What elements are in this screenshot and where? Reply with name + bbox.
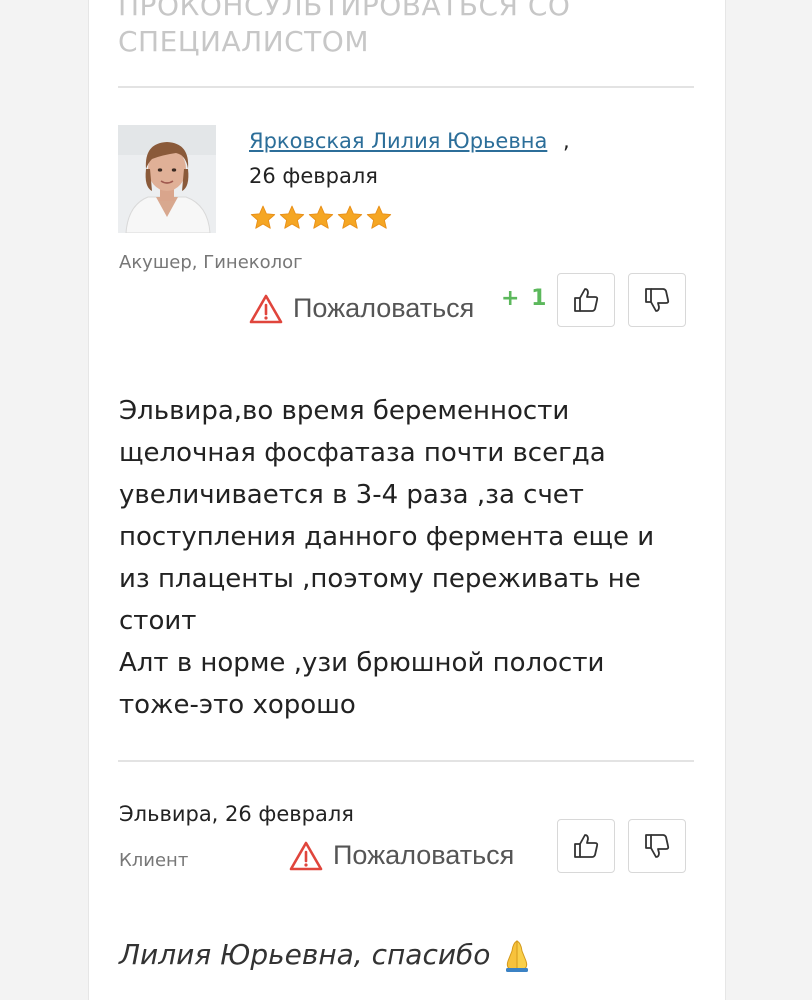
doctor-name-link[interactable]: Ярковская Лилия Юрьевна: [249, 127, 547, 155]
divider: [118, 86, 694, 88]
warning-triangle-icon: [289, 841, 323, 871]
client-role: Клиент: [119, 850, 189, 871]
thumbs-up-icon: [574, 288, 599, 312]
name-comma: ,: [563, 129, 570, 153]
consult-line-1: Проконсультироваться со: [118, 0, 571, 22]
star-icon: [307, 204, 335, 232]
likes-count: + 1: [501, 286, 549, 311]
thumbs-down-icon: [645, 834, 670, 858]
star-icon: [365, 204, 393, 232]
doctor-role: Акушер, Гинеколог: [119, 252, 303, 273]
dislike-button[interactable]: [628, 819, 686, 873]
client-name-date: Эльвира, 26 февраля: [119, 802, 354, 826]
thumbs-up-icon: [574, 834, 599, 858]
consult-specialist-heading[interactable]: Проконсультироваться со специалистом: [118, 0, 678, 60]
warning-triangle-icon: [249, 294, 283, 324]
folded-hands-emoji: [500, 937, 534, 973]
rating-stars: [249, 204, 393, 232]
thumbs-down-icon: [645, 288, 670, 312]
client-message: Лилия Юрьевна, спасибо: [119, 935, 534, 975]
star-icon: [278, 204, 306, 232]
divider: [118, 760, 694, 762]
complain-label: Пожаловаться: [333, 840, 515, 870]
star-icon: [249, 204, 277, 232]
consult-line-2: специалистом: [118, 25, 369, 58]
client-message-text: Лилия Юрьевна, спасибо: [119, 938, 491, 971]
doctor-comment-date: 26 февраля: [249, 164, 378, 188]
complain-button[interactable]: Пожаловаться: [289, 840, 514, 871]
like-button[interactable]: [557, 819, 615, 873]
dislike-button[interactable]: [628, 273, 686, 327]
complain-label: Пожаловаться: [293, 293, 475, 323]
star-icon: [336, 204, 364, 232]
like-button[interactable]: [557, 273, 615, 327]
doctor-answer-text: Эльвира,во время беременности щелочная ф…: [119, 396, 655, 720]
doctor-avatar: [118, 125, 216, 233]
complain-button[interactable]: Пожаловаться: [249, 293, 474, 324]
